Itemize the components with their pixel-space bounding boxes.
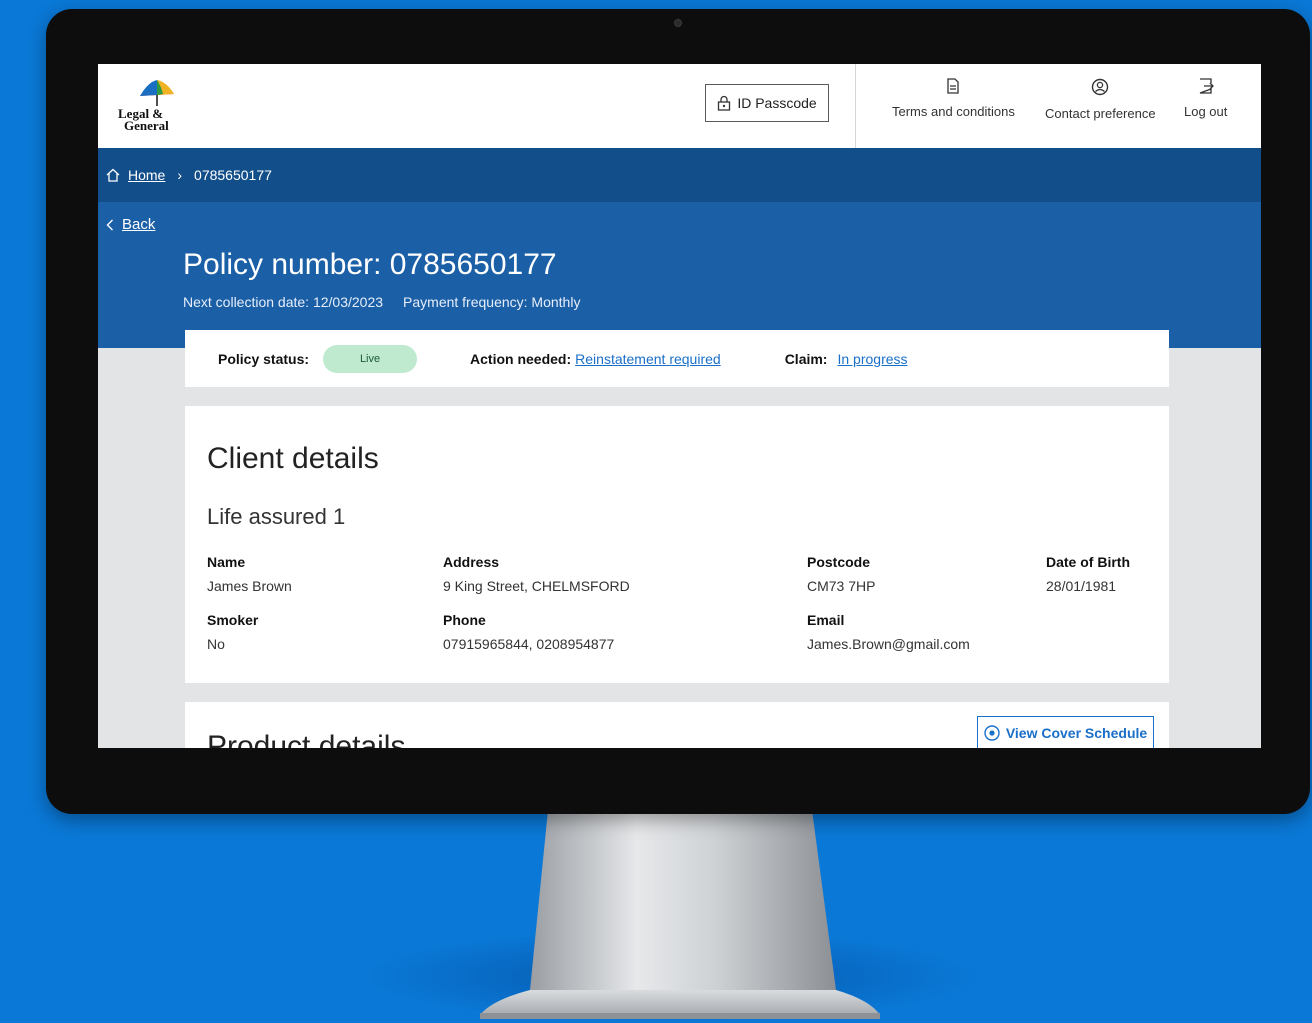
phone-field: Phone 07915965844, 0208954877 [443, 612, 615, 652]
logout-label: Log out [1184, 104, 1228, 119]
logout-icon [1199, 78, 1214, 94]
smoker-field: Smoker No [207, 612, 259, 652]
breadcrumb: Home › 0785650177 [98, 148, 1261, 202]
logo-text: Legal & General [118, 106, 169, 133]
claim-link[interactable]: In progress [837, 351, 907, 367]
policy-header: Back Policy number: 0785650177 Next coll… [98, 202, 1261, 348]
top-bar: Legal & General ID Passcode Terms and co… [98, 64, 1261, 148]
contact-preference-label: Contact preference [1045, 106, 1156, 121]
postcode-field: Postcode CM73 7HP [807, 554, 876, 594]
product-details-card: Product details View Cover Schedule [185, 702, 1169, 748]
email-field: Email James.Brown@gmail.com [807, 612, 970, 652]
back-label: Back [122, 216, 156, 233]
home-icon [106, 168, 120, 182]
breadcrumb-current: 0785650177 [194, 167, 272, 183]
view-cover-schedule-button[interactable]: View Cover Schedule [977, 716, 1154, 748]
logout-link[interactable]: Log out [1184, 78, 1227, 119]
address-field: Address 9 King Street, CHELMSFORD [443, 554, 630, 594]
breadcrumb-separator: › [177, 167, 183, 183]
reinstatement-link[interactable]: Reinstatement required [575, 351, 721, 367]
next-collection-date: Next collection date: 12/03/2023 [183, 294, 384, 310]
breadcrumb-home-link[interactable]: Home [128, 167, 165, 183]
policy-status-bar: Policy status: Live Action needed: Reins… [185, 330, 1169, 387]
eye-icon [984, 725, 1000, 741]
life-assured-subtitle: Life assured 1 [207, 504, 346, 529]
policy-sub-info: Next collection date: 12/03/2023 Payment… [183, 294, 580, 310]
view-cover-schedule-label: View Cover Schedule [1005, 725, 1148, 741]
client-details-title: Client details [207, 442, 379, 475]
back-link[interactable]: Back [106, 216, 155, 233]
user-circle-icon [1092, 78, 1109, 96]
dob-field: Date of Birth 28/01/1981 [1046, 554, 1130, 594]
document-icon [947, 78, 960, 94]
lock-icon [718, 95, 731, 111]
legal-general-logo[interactable]: Legal & General [118, 78, 198, 134]
policy-status-label: Policy status: [218, 350, 310, 367]
id-passcode-label: ID Passcode [737, 95, 817, 111]
client-details-card: Client details Life assured 1 Name James… [185, 406, 1169, 683]
payment-frequency: Payment frequency: Monthly [403, 294, 581, 310]
terms-label: Terms and conditions [892, 104, 1015, 119]
action-needed-label: Action needed: [470, 350, 572, 367]
terms-link[interactable]: Terms and conditions [892, 78, 1015, 119]
contact-preference-link[interactable]: Contact preference [1045, 78, 1156, 121]
page-title: Policy number: 0785650177 [183, 248, 557, 281]
umbrella-icon [140, 80, 174, 106]
header-divider [855, 64, 856, 148]
stand-shadow [360, 930, 980, 1023]
chevron-left-icon [106, 219, 113, 230]
webcam [674, 19, 682, 27]
product-details-title: Product details [207, 730, 406, 748]
screen: Legal & General ID Passcode Terms and co… [98, 64, 1261, 748]
id-passcode-button[interactable]: ID Passcode [705, 84, 829, 122]
claim-label: Claim: [784, 350, 828, 367]
status-badge: Live [323, 344, 418, 373]
name-field: Name James Brown [207, 554, 292, 594]
